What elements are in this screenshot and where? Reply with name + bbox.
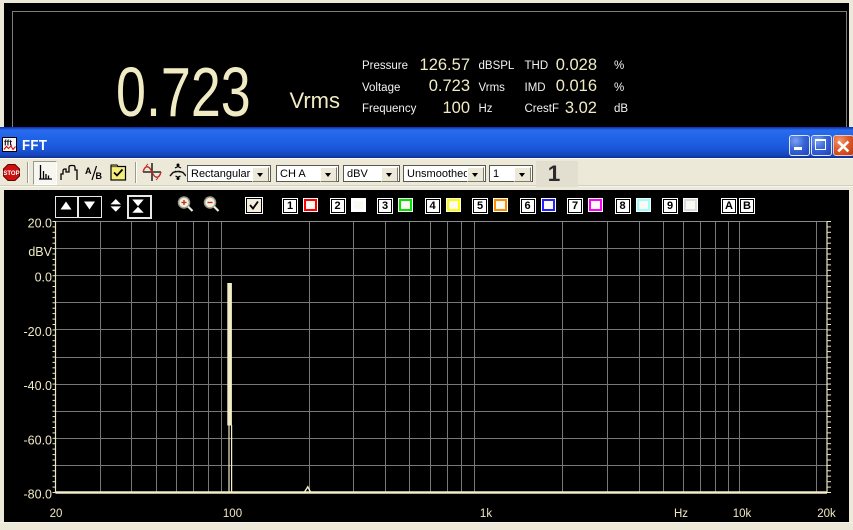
- svg-text:-40.0: -40.0: [24, 379, 53, 393]
- svg-text:STOP: STOP: [3, 171, 19, 177]
- svg-text:0.0: 0.0: [35, 271, 52, 285]
- svg-text:A: A: [85, 166, 92, 176]
- svg-text:Hz: Hz: [674, 508, 688, 520]
- svg-text:B: B: [96, 171, 103, 181]
- svg-text:20: 20: [50, 508, 63, 520]
- svg-text:-80.0: -80.0: [24, 488, 53, 502]
- svg-text:1k: 1k: [480, 508, 492, 520]
- svg-text:100: 100: [223, 508, 242, 520]
- svg-text:dBV: dBV: [28, 245, 52, 259]
- svg-text:20k: 20k: [817, 508, 836, 520]
- svg-text:-20.0: -20.0: [24, 325, 53, 339]
- svg-text:10k: 10k: [733, 508, 752, 520]
- svg-text:-60.0: -60.0: [24, 433, 53, 447]
